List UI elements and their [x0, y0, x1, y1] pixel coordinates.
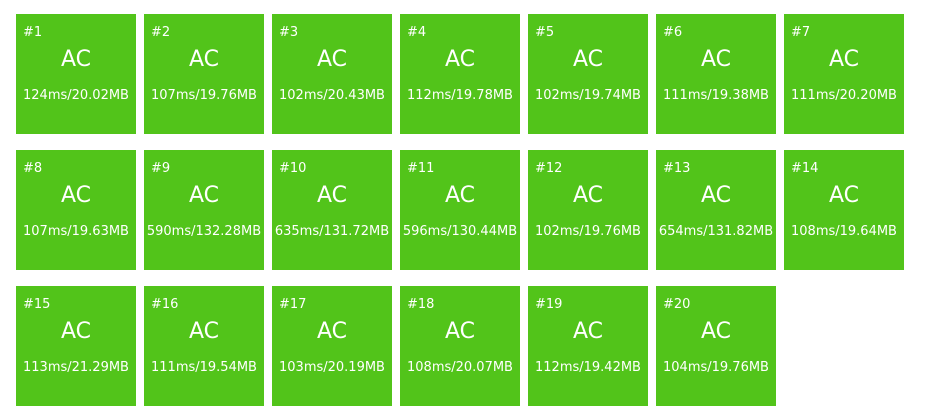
- testcase-tile[interactable]: #18 AC 108ms/20.07MB: [400, 286, 520, 406]
- testcase-status: AC: [700, 319, 732, 344]
- testcase-number: #9: [151, 161, 171, 176]
- testcase-number: #15: [23, 297, 51, 312]
- testcase-number: #13: [663, 161, 691, 176]
- testcase-time-memory: 111ms/20.20MB: [791, 88, 897, 103]
- testcase-status: AC: [828, 47, 860, 72]
- testcase-tile[interactable]: #1 AC 124ms/20.02MB: [16, 14, 136, 134]
- testcase-time-memory: 113ms/21.29MB: [23, 360, 129, 375]
- testcase-tile[interactable]: #11 AC 596ms/130.44MB: [400, 150, 520, 270]
- testcase-time-memory: 108ms/19.64MB: [791, 224, 897, 239]
- testcase-status: AC: [572, 319, 604, 344]
- testcase-tile[interactable]: #14 AC 108ms/19.64MB: [784, 150, 904, 270]
- testcase-number: #14: [791, 161, 819, 176]
- testcase-tile[interactable]: #17 AC 103ms/20.19MB: [272, 286, 392, 406]
- testcase-time-memory: 112ms/19.78MB: [407, 88, 513, 103]
- testcase-number: #20: [663, 297, 691, 312]
- testcase-status: AC: [188, 319, 220, 344]
- testcase-tile[interactable]: #20 AC 104ms/19.76MB: [656, 286, 776, 406]
- testcase-time-memory: 108ms/20.07MB: [407, 360, 513, 375]
- testcase-status: AC: [316, 47, 348, 72]
- testcase-status: AC: [188, 47, 220, 72]
- testcase-time-memory: 596ms/130.44MB: [402, 224, 518, 239]
- testcase-tile[interactable]: #7 AC 111ms/20.20MB: [784, 14, 904, 134]
- testcase-number: #19: [535, 297, 563, 312]
- testcase-status: AC: [444, 319, 476, 344]
- testcase-number: #10: [279, 161, 307, 176]
- testcase-time-memory: 103ms/20.19MB: [279, 360, 385, 375]
- testcase-status: AC: [60, 183, 92, 208]
- testcase-time-memory: 107ms/19.76MB: [151, 88, 257, 103]
- testcase-tile[interactable]: #3 AC 102ms/20.43MB: [272, 14, 392, 134]
- testcase-time-memory: 654ms/131.82MB: [658, 224, 774, 239]
- testcase-tile[interactable]: #5 AC 102ms/19.74MB: [528, 14, 648, 134]
- testcase-status: AC: [700, 183, 732, 208]
- testcase-time-memory: 590ms/132.28MB: [146, 224, 262, 239]
- testcase-number: #8: [23, 161, 43, 176]
- testcase-status: AC: [572, 47, 604, 72]
- testcase-tile[interactable]: #4 AC 112ms/19.78MB: [400, 14, 520, 134]
- testcase-tile[interactable]: #10 AC 635ms/131.72MB: [272, 150, 392, 270]
- testcase-status: AC: [444, 183, 476, 208]
- testcase-status: AC: [828, 183, 860, 208]
- testcase-tile[interactable]: #2 AC 107ms/19.76MB: [144, 14, 264, 134]
- testcase-time-memory: 102ms/19.76MB: [535, 224, 641, 239]
- testcase-number: #11: [407, 161, 435, 176]
- testcase-time-memory: 635ms/131.72MB: [274, 224, 390, 239]
- testcase-status: AC: [700, 47, 732, 72]
- testcase-tile[interactable]: #6 AC 111ms/19.38MB: [656, 14, 776, 134]
- testcase-number: #6: [663, 25, 683, 40]
- testcase-time-memory: 104ms/19.76MB: [663, 360, 769, 375]
- testcase-number: #18: [407, 297, 435, 312]
- testcase-tile[interactable]: #13 AC 654ms/131.82MB: [656, 150, 776, 270]
- testcase-tile[interactable]: #19 AC 112ms/19.42MB: [528, 286, 648, 406]
- testcase-number: #5: [535, 25, 555, 40]
- testcase-number: #4: [407, 25, 427, 40]
- testcase-tile[interactable]: #15 AC 113ms/21.29MB: [16, 286, 136, 406]
- testcase-status: AC: [60, 319, 92, 344]
- testcase-time-memory: 102ms/19.74MB: [535, 88, 641, 103]
- testcase-status: AC: [316, 319, 348, 344]
- testcase-tile[interactable]: #16 AC 111ms/19.54MB: [144, 286, 264, 406]
- testcase-time-memory: 102ms/20.43MB: [279, 88, 385, 103]
- testcase-number: #12: [535, 161, 563, 176]
- testcase-number: #7: [791, 25, 811, 40]
- testcase-time-memory: 111ms/19.38MB: [663, 88, 769, 103]
- testcase-number: #1: [23, 25, 43, 40]
- testcase-status: AC: [316, 183, 348, 208]
- testcase-status: AC: [188, 183, 220, 208]
- testcase-number: #2: [151, 25, 171, 40]
- testcase-tile[interactable]: #12 AC 102ms/19.76MB: [528, 150, 648, 270]
- testcase-time-memory: 107ms/19.63MB: [23, 224, 129, 239]
- testcase-time-memory: 112ms/19.42MB: [535, 360, 641, 375]
- testcase-number: #3: [279, 25, 299, 40]
- testcase-status: AC: [572, 183, 604, 208]
- testcase-status: AC: [60, 47, 92, 72]
- testcase-tile[interactable]: #8 AC 107ms/19.63MB: [16, 150, 136, 270]
- testcase-number: #17: [279, 297, 307, 312]
- testcase-number: #16: [151, 297, 179, 312]
- testcase-status: AC: [444, 47, 476, 72]
- testcase-tile[interactable]: #9 AC 590ms/132.28MB: [144, 150, 264, 270]
- testcase-time-memory: 124ms/20.02MB: [23, 88, 129, 103]
- testcase-time-memory: 111ms/19.54MB: [151, 360, 257, 375]
